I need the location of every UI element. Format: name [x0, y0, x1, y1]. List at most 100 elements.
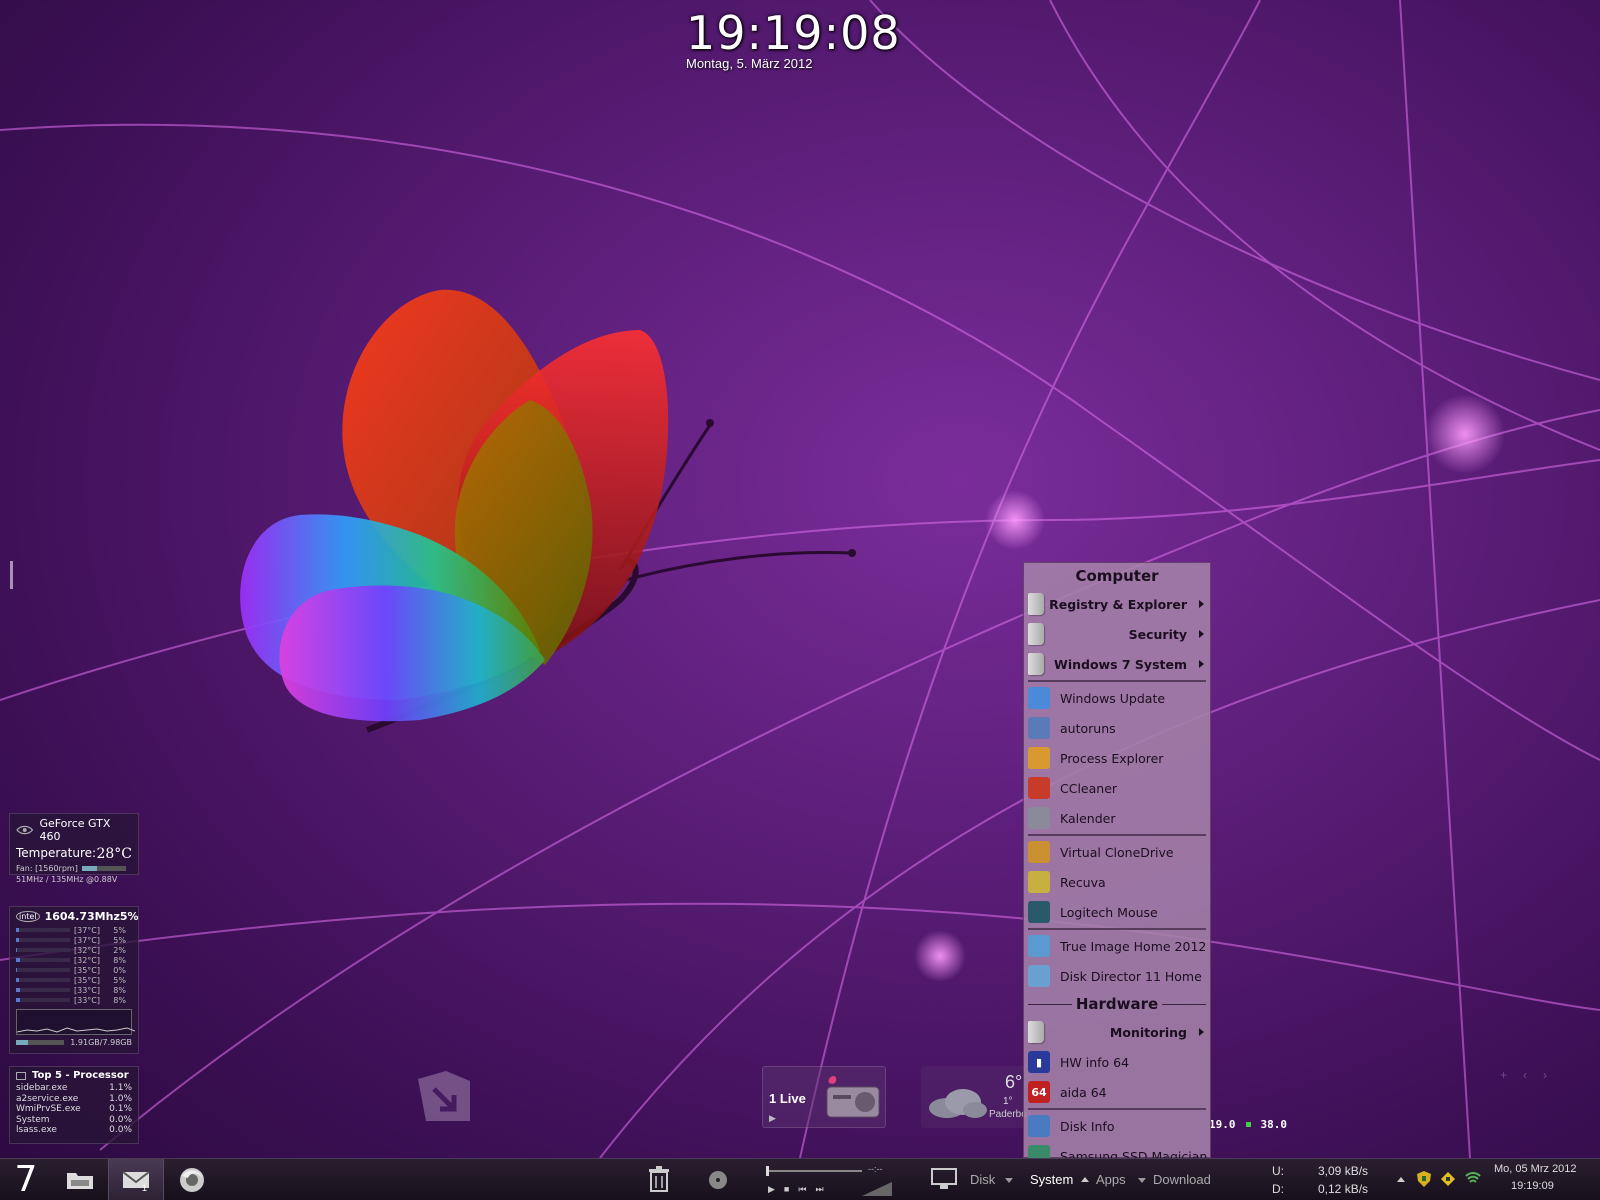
- windows-update-icon: [1028, 687, 1050, 709]
- core-load-bar: [16, 928, 70, 932]
- menu-submenu[interactable]: Security: [1024, 619, 1210, 649]
- taskbar-menu-apps[interactable]: Apps: [1096, 1172, 1126, 1187]
- submenu-label: Monitoring: [1109, 1024, 1187, 1040]
- process-cpu: 0.0%: [109, 1114, 132, 1125]
- add-icon[interactable]: +: [1500, 1068, 1523, 1082]
- calendar-icon: [1028, 807, 1050, 829]
- cpu-core-row: [37°C] 5%: [16, 925, 132, 935]
- next-icon[interactable]: ›: [1543, 1068, 1563, 1082]
- play-icon[interactable]: ▶: [769, 1113, 776, 1124]
- hwinfo-icon: ▮: [1028, 1051, 1050, 1073]
- cpu-monitor-gadget: intel 1604.73Mhz 5% [37°C] 5% [37°C] 5% [32°…: [9, 906, 139, 1054]
- play-icon[interactable]: ▶: [768, 1184, 775, 1195]
- media-seek-bar[interactable]: [768, 1170, 862, 1172]
- previous-icon[interactable]: ⏮: [798, 1184, 806, 1195]
- core-load-bar: [16, 998, 70, 1002]
- security-tray-icon[interactable]: [1440, 1171, 1456, 1187]
- core-usage: 8%: [113, 955, 126, 965]
- gadget-controls[interactable]: +‹›: [1500, 1068, 1563, 1082]
- cpu-core-row: [35°C] 5%: [16, 975, 132, 985]
- core-usage: 0%: [113, 965, 126, 975]
- radio-gadget[interactable]: 1 Live ▶: [762, 1066, 886, 1128]
- apps-caret-icon[interactable]: [1138, 1178, 1146, 1183]
- taskbar-explorer-button[interactable]: [52, 1159, 108, 1200]
- start-button[interactable]: 7: [0, 1159, 52, 1200]
- taskbar-menu-download[interactable]: Download: [1153, 1172, 1211, 1187]
- process-cpu: 1.0%: [109, 1093, 132, 1104]
- disk-caret-icon[interactable]: [1005, 1178, 1013, 1183]
- process-row: a2service.exe 1.0%: [16, 1094, 132, 1105]
- submenu-label: Windows 7 System: [1054, 656, 1187, 672]
- recycle-bin-icon[interactable]: [648, 1166, 670, 1192]
- taskbar-mail-button[interactable]: 1: [108, 1158, 164, 1200]
- menu-item[interactable]: CCleaner: [1024, 773, 1210, 803]
- stop-icon[interactable]: ■: [784, 1184, 789, 1195]
- menu-item[interactable]: Recuva: [1024, 867, 1210, 897]
- menu-item-label: Virtual CloneDrive: [1060, 844, 1174, 860]
- taskbar-menu-system[interactable]: System: [1030, 1172, 1073, 1187]
- gpu-fan: Fan: [1560rpm]: [16, 864, 78, 873]
- volume-slider[interactable]: [862, 1182, 892, 1196]
- taskbar-clock-time[interactable]: 19:19:09: [1511, 1180, 1554, 1192]
- disk-counters: 19.0 38.0: [1209, 1118, 1287, 1131]
- process-cpu: 1.1%: [109, 1083, 132, 1093]
- menu-item[interactable]: Windows Update: [1024, 683, 1210, 713]
- menu-item[interactable]: autoruns: [1024, 713, 1210, 743]
- next-icon[interactable]: ⏭: [815, 1184, 823, 1195]
- net-upload-value: 3,09 kB/s: [1318, 1164, 1369, 1178]
- status-dot: [1245, 1122, 1251, 1127]
- cpu-core-row: [35°C] 0%: [16, 965, 132, 975]
- menu-item-label: autoruns: [1060, 720, 1116, 736]
- process-name: lsass.exe: [16, 1125, 57, 1135]
- memory-usage: 1.91GB/7.98GB: [70, 1038, 132, 1047]
- taskbar-menu-disk[interactable]: Disk: [970, 1172, 995, 1187]
- menu-item-label: Disk Director 11 Home: [1060, 968, 1202, 984]
- weather-gadget[interactable]: 6° 1° Paderbo: [921, 1066, 1031, 1128]
- menu-item[interactable]: 64 aida 64: [1024, 1077, 1210, 1107]
- menu-item[interactable]: Logitech Mouse: [1024, 897, 1210, 927]
- tray-expand-icon[interactable]: [1397, 1177, 1405, 1182]
- menu-submenu[interactable]: Registry & Explorer: [1024, 589, 1210, 619]
- counter-b: 38.0: [1260, 1118, 1288, 1131]
- menu-item[interactable]: ▮ HW info 64: [1024, 1047, 1210, 1077]
- menu-separator: [1028, 680, 1206, 682]
- core-usage: 5%: [113, 925, 126, 935]
- core-load-bar: [16, 958, 70, 962]
- weather-city: Paderbo: [989, 1109, 1027, 1120]
- menu-item[interactable]: Disk Director 11 Home: [1024, 961, 1210, 991]
- menu-item[interactable]: Disk Info: [1024, 1111, 1210, 1141]
- menu-item[interactable]: True Image Home 2012: [1024, 931, 1210, 961]
- menu-submenu[interactable]: Windows 7 System: [1024, 649, 1210, 679]
- menu-separator: [1028, 928, 1206, 930]
- weather-temp: 6°: [1005, 1072, 1023, 1092]
- monitor-icon[interactable]: [931, 1168, 957, 1190]
- sidebar-handle[interactable]: [10, 561, 13, 589]
- folder-icon: [1028, 623, 1044, 645]
- menu-submenu-monitoring[interactable]: Monitoring: [1024, 1017, 1210, 1047]
- aida-icon: 64: [1028, 1081, 1050, 1103]
- network-icon[interactable]: [1465, 1172, 1481, 1186]
- cpu-core-row: [37°C] 5%: [16, 935, 132, 945]
- taskbar-firefox-button[interactable]: [164, 1159, 220, 1200]
- media-seek-handle[interactable]: [766, 1166, 769, 1176]
- menu-item[interactable]: Process Explorer: [1024, 743, 1210, 773]
- net-download-label: D:: [1272, 1182, 1284, 1196]
- prev-icon[interactable]: ‹: [1523, 1068, 1543, 1082]
- submenu-label: Registry & Explorer: [1049, 596, 1187, 612]
- folder-icon: [1028, 653, 1044, 675]
- cpu-frequency: 1604.73Mhz: [44, 910, 120, 923]
- process-cpu: 0.1%: [109, 1104, 132, 1114]
- menu-item[interactable]: Virtual CloneDrive: [1024, 837, 1210, 867]
- true-image-icon: [1028, 935, 1050, 957]
- system-caret-icon[interactable]: [1081, 1177, 1089, 1182]
- net-upload-label: U:: [1272, 1164, 1284, 1178]
- disc-icon[interactable]: [708, 1170, 728, 1190]
- monitor-icon: [16, 1071, 26, 1080]
- menu-item[interactable]: Kalender: [1024, 803, 1210, 833]
- shield-icon[interactable]: [1417, 1171, 1431, 1187]
- shortcut-arrow-icon[interactable]: [416, 1071, 470, 1121]
- desktop-wallpaper: [0, 0, 1600, 1200]
- nvidia-eye-icon: [16, 825, 34, 835]
- taskbar-clock-date[interactable]: Mo, 05 Mrz 2012: [1494, 1163, 1577, 1175]
- counter-a: 19.0: [1209, 1118, 1236, 1131]
